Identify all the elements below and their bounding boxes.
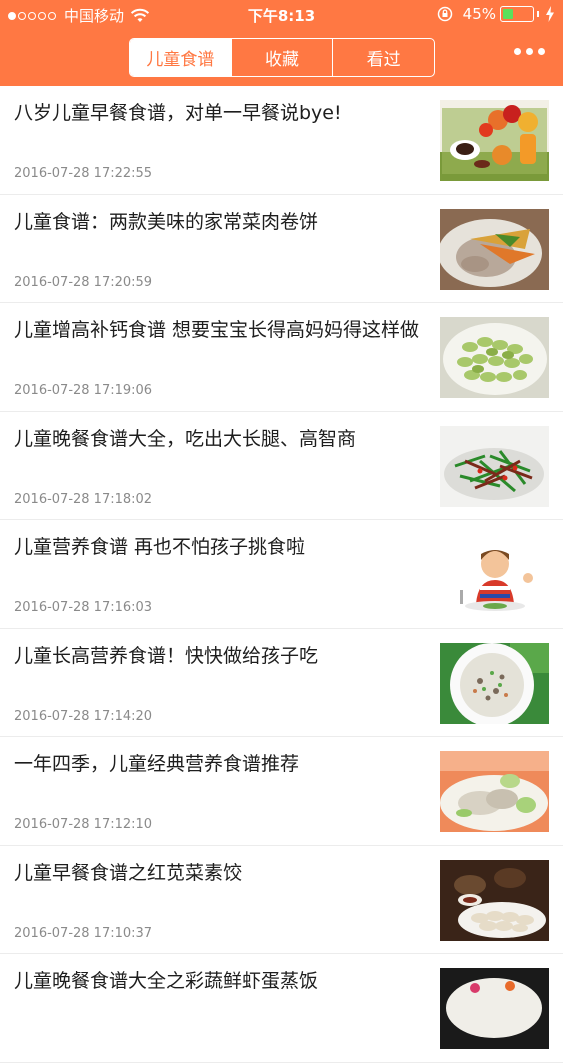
article-date: 2016-07-28 17:16:03 — [14, 600, 153, 615]
battery-icon — [500, 6, 534, 22]
list-item[interactable]: 儿童长高营养食谱！快快做给孩子吃 2016-07-28 17:14:20 — [0, 629, 563, 737]
list-item[interactable]: 儿童食谱：两款美味的家常菜肉卷饼 2016-07-28 17:20:59 — [0, 195, 563, 303]
article-title: 儿童长高营养食谱！快快做给孩子吃 — [14, 644, 319, 667]
article-date: 2016-07-28 17:19:06 — [14, 383, 153, 398]
article-title: 儿童增高补钙食谱 想要宝宝长得高妈妈得这样做 — [14, 319, 420, 341]
steamed-rice-image — [440, 968, 549, 1049]
dumplings-image — [440, 859, 549, 941]
soybeans-image — [440, 317, 549, 398]
battery-percent: 45% — [462, 5, 496, 23]
list-item[interactable]: 儿童增高补钙食谱 想要宝宝长得高妈妈得这样做 2016-07-28 17:19:… — [0, 303, 563, 412]
list-item[interactable]: 一年四季，儿童经典营养食谱推荐 2016-07-28 17:12:10 — [0, 737, 563, 846]
tab-history[interactable]: 看过 — [332, 39, 434, 76]
article-title: 儿童早餐食谱之红苋菜素饺 — [14, 861, 243, 884]
list-item[interactable]: 儿童晚餐食谱大全之彩蔬鲜虾蛋蒸饭 — [0, 954, 563, 1063]
wifi-icon — [130, 8, 150, 22]
article-date: 2016-07-28 17:18:02 — [14, 491, 153, 507]
article-date: 2016-07-28 17:10:37 — [14, 925, 153, 941]
porridge-image — [440, 642, 549, 724]
article-list: 八岁儿童早餐食谱，对单一早餐说bye! 2016-07-28 17:22:55 … — [0, 86, 563, 1063]
article-title: 八岁儿童早餐食谱，对单一早餐说bye! — [14, 102, 342, 124]
meat-roll-image — [440, 208, 549, 290]
battery-fill — [503, 9, 514, 19]
article-title: 一年四季，儿童经典营养食谱推荐 — [14, 753, 300, 775]
lock-rotation-icon — [437, 6, 452, 22]
article-date: 2016-07-28 17:14:20 — [14, 708, 153, 724]
article-date: 2016-07-28 17:20:59 — [14, 274, 153, 290]
list-item[interactable]: 儿童营养食谱 再也不怕孩子挑食啦 2016-07-28 17:16:03 — [0, 520, 563, 629]
article-title: 儿童晚餐食谱大全，吃出大长腿、高智商 — [14, 427, 357, 450]
status-bar: 中国移动 下午8:13 45% — [0, 0, 563, 30]
article-title: 儿童营养食谱 再也不怕孩子挑食啦 — [14, 536, 306, 558]
article-date: 2016-07-28 17:22:55 — [14, 166, 153, 181]
list-item[interactable]: 儿童早餐食谱之红苋菜素饺 2016-07-28 17:10:37 — [0, 846, 563, 954]
vegetable-dish-image — [440, 751, 549, 832]
signal-strength — [8, 11, 58, 20]
article-date: 2016-07-28 17:12:10 — [14, 817, 153, 832]
carrier-name: 中国移动 — [64, 7, 125, 25]
article-title: 儿童食谱：两款美味的家常菜肉卷饼 — [14, 210, 319, 233]
charging-icon — [546, 6, 554, 22]
list-item[interactable]: 儿童晚餐食谱大全，吃出大长腿、高智商 2016-07-28 17:18:02 — [0, 412, 563, 520]
list-item[interactable]: 八岁儿童早餐食谱，对单一早餐说bye! 2016-07-28 17:22:55 — [0, 86, 563, 195]
stir-fry-image — [440, 425, 549, 507]
breakfast-fruit-image — [440, 100, 549, 181]
article-title: 儿童晚餐食谱大全之彩蔬鲜虾蛋蒸饭 — [14, 970, 319, 992]
child-eating-image — [440, 534, 549, 615]
segmented-tabs: 儿童食谱 收藏 看过 — [129, 38, 435, 77]
more-icon[interactable] — [509, 48, 545, 55]
tab-favorites[interactable]: 收藏 — [230, 39, 333, 76]
tab-recipes[interactable]: 儿童食谱 — [130, 39, 231, 76]
top-bar: 中国移动 下午8:13 45% 儿童食谱 收藏 看过 — [0, 0, 563, 86]
